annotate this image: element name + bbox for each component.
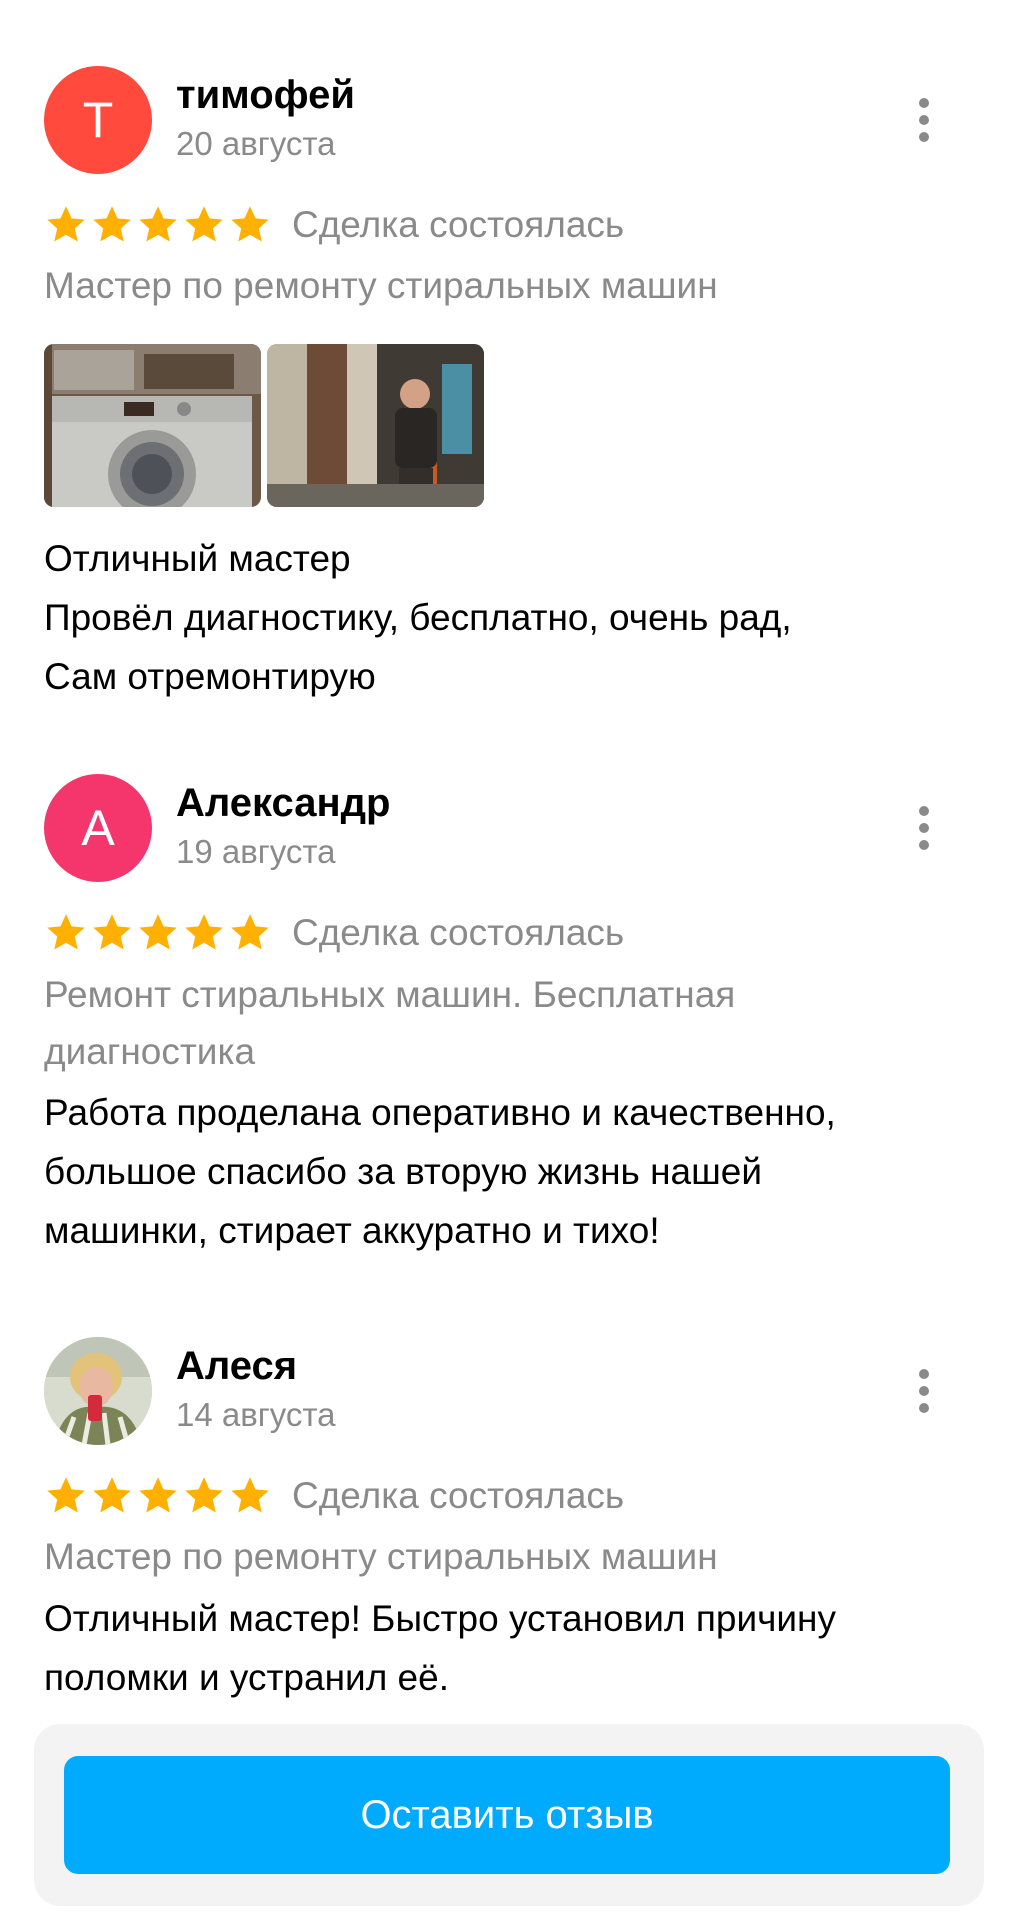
star-rating [44, 911, 272, 955]
more-options-icon[interactable] [912, 806, 936, 850]
review-text: Отличный мастер Провёл диагностику, бесп… [44, 538, 792, 697]
star-icon [139, 914, 177, 950]
star-icon [139, 1477, 177, 1513]
leave-review-button[interactable]: Оставить отзыв [64, 1756, 950, 1874]
deal-status: Сделка состоялась [292, 204, 625, 245]
avatar-letter: Т [82, 92, 114, 148]
avatar[interactable] [44, 1337, 152, 1445]
person-in-basement-photo[interactable] [267, 344, 484, 507]
star-icon [185, 206, 223, 242]
avatar-letter: А [81, 800, 115, 856]
star-icon [47, 206, 85, 242]
star-icon [47, 1477, 85, 1513]
service-name: Мастер по ремонту стиральных машин [44, 1536, 718, 1577]
avatar[interactable]: А [44, 774, 152, 882]
star-icon [93, 206, 131, 242]
star-icon [47, 914, 85, 950]
star-icon [93, 914, 131, 950]
review-author[interactable]: тимофей [176, 72, 355, 118]
review-photos [44, 344, 484, 507]
review-text: Работа проделана оперативно и качественн… [44, 1092, 836, 1251]
review-text: Отличный мастер! Быстро установил причин… [44, 1598, 836, 1698]
washing-machine-photo[interactable] [44, 344, 261, 507]
footer-panel: Оставить отзыв [34, 1724, 984, 1906]
review-date: 14 августа [176, 1396, 336, 1433]
deal-status: Сделка состоялась [292, 912, 625, 953]
star-rating [44, 203, 272, 247]
star-rating [44, 1474, 272, 1518]
user-photo-avatar [44, 1337, 152, 1445]
star-icon [185, 1477, 223, 1513]
rating-row: Сделка состоялась [44, 200, 624, 250]
star-icon [231, 1477, 269, 1513]
review-date: 19 августа [176, 833, 336, 870]
rating-row: Сделка состоялась [44, 908, 624, 958]
star-icon [185, 914, 223, 950]
star-icon [139, 206, 177, 242]
deal-status: Сделка состоялась [292, 1475, 625, 1516]
service-name: Ремонт стиральных машин. Бесплатная диаг… [44, 974, 736, 1072]
star-icon [231, 914, 269, 950]
star-icon [93, 1477, 131, 1513]
more-options-icon[interactable] [912, 1369, 936, 1413]
service-name: Мастер по ремонту стиральных машин [44, 265, 718, 306]
star-icon [231, 206, 269, 242]
avatar[interactable]: Т [44, 66, 152, 174]
review-date: 20 августа [176, 125, 336, 162]
review-author[interactable]: Александр [176, 780, 390, 826]
rating-row: Сделка состоялась [44, 1471, 624, 1521]
more-options-icon[interactable] [912, 98, 936, 142]
review-author[interactable]: Алеся [176, 1343, 297, 1389]
